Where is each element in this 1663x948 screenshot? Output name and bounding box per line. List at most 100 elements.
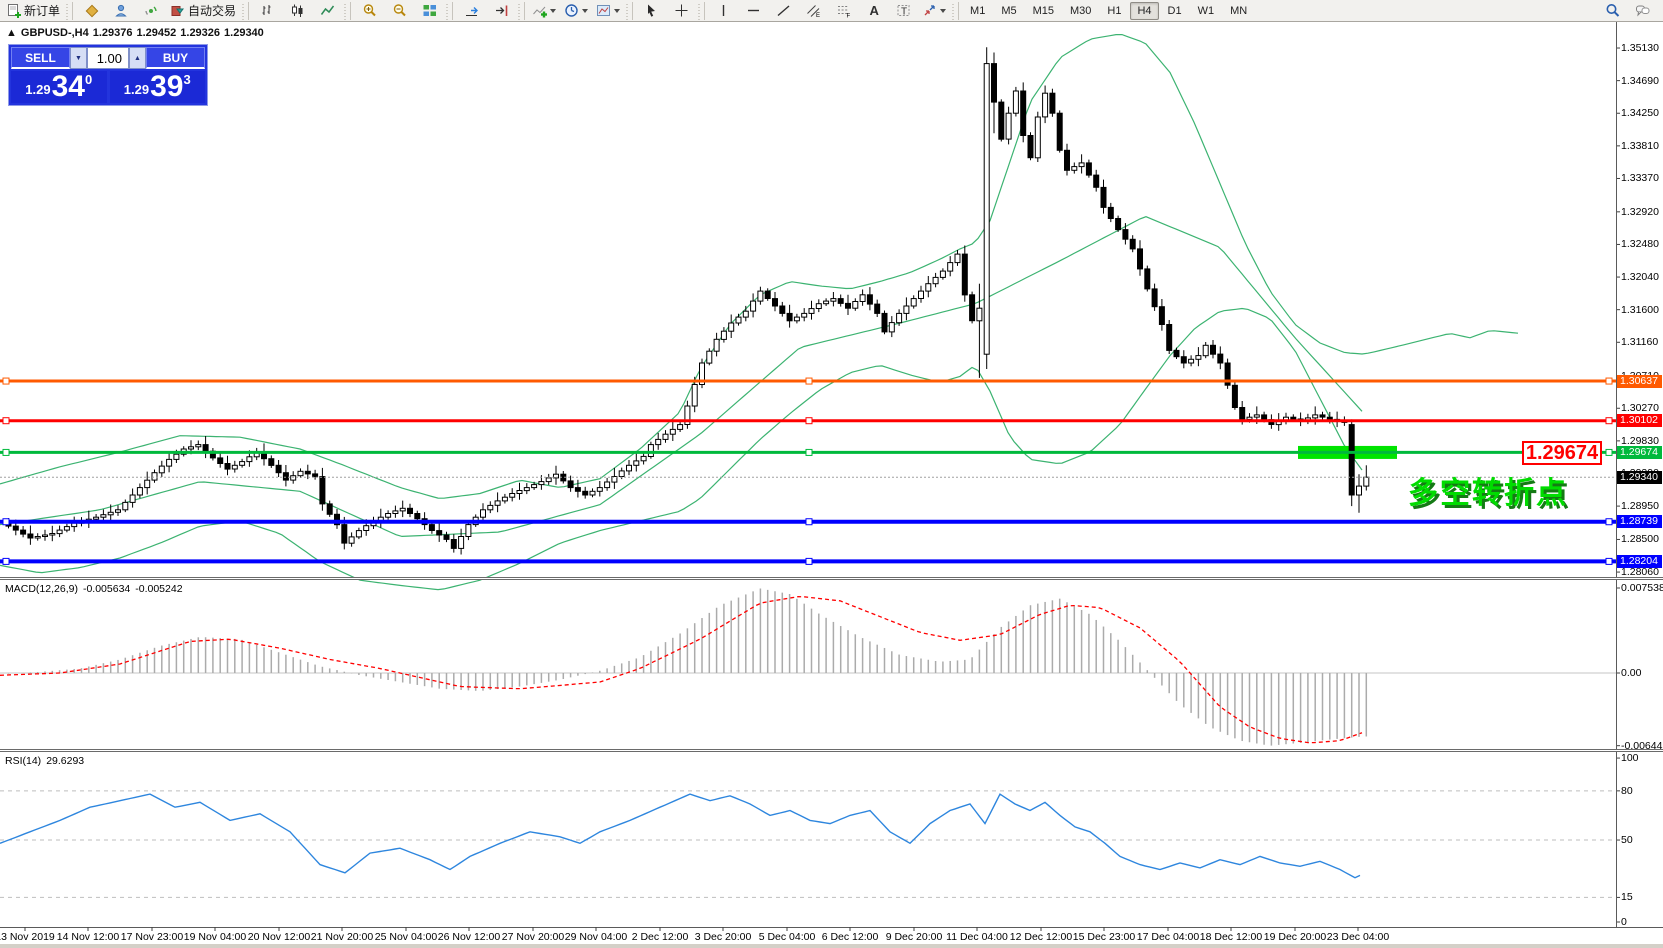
resistance-line-red-handle[interactable] <box>1606 418 1612 424</box>
sell-price-display[interactable]: 1.29 34 0 <box>11 71 107 103</box>
candle <box>554 466 559 485</box>
candle <box>721 327 726 343</box>
candle <box>758 287 763 305</box>
price-tick: 1.34690 <box>1621 75 1659 87</box>
ohlc-low: 1.29326 <box>180 27 220 39</box>
price-annotation-box[interactable]: 1.29674 <box>1522 441 1602 465</box>
candle <box>1021 82 1026 142</box>
volume-input[interactable]: 1.00 <box>87 47 129 69</box>
candle <box>751 293 756 317</box>
current-price-badge: 1.29340 <box>1617 471 1662 484</box>
macd-tick: 0.007538 <box>1621 582 1663 594</box>
candle <box>254 448 259 460</box>
candle <box>152 470 157 483</box>
pane-splitter-macd[interactable] <box>0 577 1663 580</box>
buy-price-display[interactable]: 1.29 39 3 <box>110 71 206 103</box>
candle <box>400 501 405 517</box>
candle <box>919 286 924 303</box>
candle <box>1072 163 1077 174</box>
candle <box>196 441 201 451</box>
candle <box>298 468 303 478</box>
pivot-line-green-handle[interactable] <box>1606 449 1612 455</box>
candle <box>794 314 799 324</box>
sell-button[interactable]: SELL <box>11 47 70 69</box>
candle <box>130 489 135 508</box>
price-tick: 1.32480 <box>1621 238 1659 250</box>
volume-down-button[interactable]: ▼ <box>70 47 87 69</box>
candle <box>911 295 916 308</box>
candle <box>780 302 785 317</box>
candle <box>349 532 354 546</box>
bollinger-middle-band <box>0 217 1362 537</box>
support-line-blue-lower-handle[interactable] <box>806 558 812 564</box>
price-tick: 1.32920 <box>1621 206 1659 218</box>
one-click-trading-panel: SELL ▼ 1.00 ▲ BUY 1.29 34 0 1.29 39 3 <box>8 44 208 106</box>
resistance-line-orange-handle[interactable] <box>806 378 812 384</box>
candle <box>320 468 325 511</box>
candle <box>1167 320 1172 354</box>
candle <box>313 470 318 480</box>
candle <box>700 359 705 389</box>
candle <box>269 455 274 468</box>
candle <box>262 443 267 465</box>
candle <box>437 522 442 542</box>
candle <box>933 273 938 287</box>
candle <box>999 99 1004 141</box>
candle <box>510 488 515 501</box>
volume-up-button[interactable]: ▲ <box>129 47 146 69</box>
collapse-marker-icon[interactable]: ▲ <box>6 27 17 39</box>
rsi-name: RSI(14) <box>5 755 41 767</box>
support-line-blue-upper-handle[interactable] <box>3 519 9 525</box>
pane-splitter-rsi[interactable] <box>0 749 1663 752</box>
candle <box>1196 347 1201 366</box>
price-badge-1.30637: 1.30637 <box>1617 375 1662 388</box>
pivot-line-green-handle[interactable] <box>806 449 812 455</box>
candle <box>517 483 522 500</box>
resistance-line-red-handle[interactable] <box>3 418 9 424</box>
price-tick: 1.31160 <box>1621 336 1658 348</box>
candle <box>145 472 150 495</box>
support-line-blue-lower-handle[interactable] <box>1606 558 1612 564</box>
support-line-blue-upper-handle[interactable] <box>1606 519 1612 525</box>
macd-name: MACD(12,26,9) <box>5 583 78 595</box>
candle <box>685 401 690 429</box>
candle <box>524 483 529 494</box>
support-line-blue-lower-handle[interactable] <box>3 558 9 564</box>
pivot-line-green-handle[interactable] <box>3 449 9 455</box>
candle <box>970 292 975 324</box>
candle <box>495 492 500 512</box>
resistance-line-orange-handle[interactable] <box>1606 378 1612 384</box>
price-tick: 1.34250 <box>1621 107 1659 119</box>
sell-price-pip: 0 <box>85 72 92 87</box>
candle <box>992 53 997 134</box>
candle <box>378 509 383 528</box>
candle <box>743 306 748 321</box>
candle <box>488 501 493 513</box>
buy-button[interactable]: BUY <box>146 47 205 69</box>
buy-price-big: 39 <box>150 73 183 101</box>
candle <box>802 308 807 321</box>
price-tick: 1.33370 <box>1621 172 1659 184</box>
resistance-line-red-handle[interactable] <box>806 418 812 424</box>
candle <box>926 276 931 297</box>
candle <box>335 509 340 529</box>
candle <box>327 501 332 517</box>
candle <box>218 453 223 468</box>
buy-price-prefix: 1.29 <box>124 82 149 97</box>
candle <box>648 442 653 459</box>
resistance-line-orange-handle[interactable] <box>3 378 9 384</box>
candle <box>948 256 953 276</box>
ohlc-high: 1.29452 <box>137 27 177 39</box>
rsi-tick: 100 <box>1621 752 1639 764</box>
candle <box>831 292 836 306</box>
candle <box>1211 340 1216 358</box>
candle <box>50 526 55 541</box>
sell-price-prefix: 1.29 <box>25 82 50 97</box>
candle <box>1035 112 1040 162</box>
candle <box>35 533 40 540</box>
candle <box>203 436 208 458</box>
chart-annotation-text[interactable]: 多空转折点 <box>1408 468 1568 512</box>
support-line-blue-upper-handle[interactable] <box>806 519 812 525</box>
candle <box>451 534 456 552</box>
candle <box>123 500 128 513</box>
